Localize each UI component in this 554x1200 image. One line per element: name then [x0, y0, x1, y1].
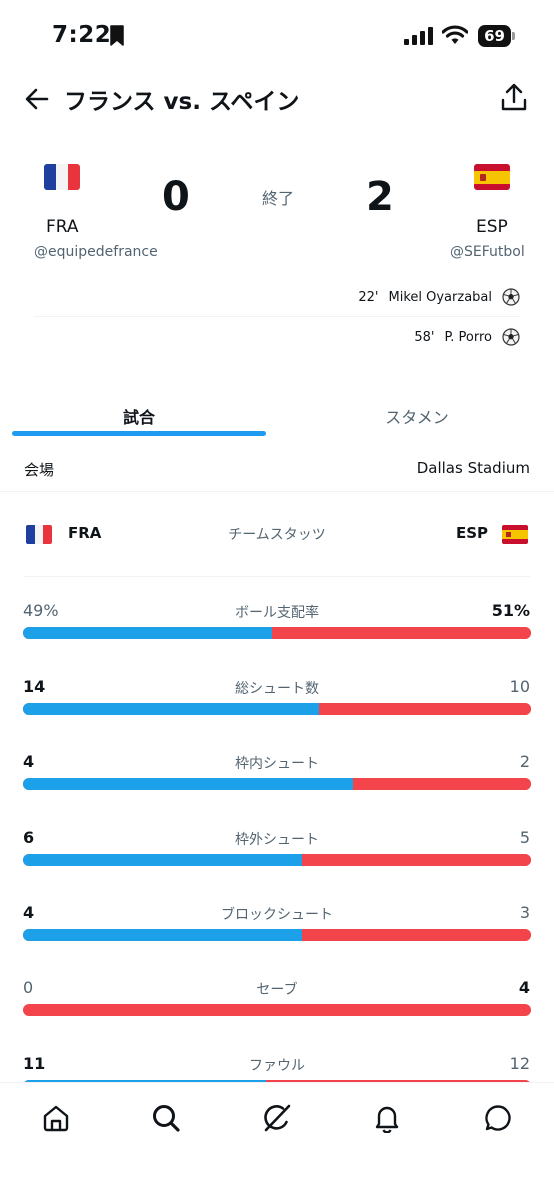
- stat-row-blocked-shots: 4 ブロックシュート 3: [0, 903, 554, 963]
- stat-bar-away: [302, 854, 531, 866]
- stat-label: 枠外シュート: [235, 832, 319, 848]
- stat-bar-away: [23, 1004, 531, 1016]
- stat-row-shots-off-target: 6 枠外シュート 5: [0, 828, 554, 888]
- home-team-handle[interactable]: @equipedefrance: [34, 244, 158, 260]
- tab-lineup[interactable]: スタメン: [290, 394, 544, 438]
- stat-bar: [23, 778, 531, 790]
- stat-bar-home: [23, 854, 303, 866]
- stat-bar: [23, 627, 531, 639]
- home-team-code[interactable]: FRA: [46, 217, 79, 237]
- away-team-handle[interactable]: @SEFutbol: [450, 244, 525, 260]
- back-arrow-icon[interactable]: [24, 86, 50, 112]
- stat-away-value: 4: [518, 978, 530, 997]
- page-title: フランス vs. スペイン: [64, 89, 300, 115]
- search-icon[interactable]: [151, 1103, 181, 1133]
- goal-event: 58' P. Porro: [412, 326, 520, 348]
- goal-scorer: Mikel Oyarzabal: [388, 289, 493, 305]
- status-time: 7:22: [52, 22, 112, 48]
- bookmark-icon: [110, 25, 124, 46]
- wifi-icon: [442, 25, 468, 44]
- status-bar: 7:22 69: [0, 0, 554, 70]
- stat-label: ファウル: [249, 1058, 305, 1074]
- stat-bar-home: [23, 703, 320, 715]
- tab-indicator: [12, 431, 266, 436]
- stat-away-value: 5: [519, 828, 530, 847]
- header: フランス vs. スペイン: [0, 70, 554, 126]
- home-icon[interactable]: [41, 1103, 71, 1133]
- stat-away-value: 2: [519, 752, 530, 771]
- stat-row-possession: 49% ボール支配率 51%: [0, 601, 554, 661]
- match-status: 終了: [262, 189, 295, 208]
- goal-divider: [34, 316, 520, 317]
- stat-bar-away: [319, 703, 531, 715]
- stat-label: 総シュート数: [235, 681, 319, 697]
- battery-level: 69: [478, 25, 511, 47]
- team-stats-divider: [24, 576, 530, 577]
- stat-bar-home: [23, 627, 272, 639]
- share-icon[interactable]: [500, 82, 528, 112]
- france-flag-icon: [44, 164, 80, 190]
- away-score: 2: [366, 174, 394, 220]
- home-score: 0: [162, 174, 190, 220]
- stat-away-value: 51%: [491, 601, 530, 620]
- stat-away-value: 12: [509, 1054, 530, 1073]
- stat-bar: [23, 854, 531, 866]
- goal-scorer: P. Porro: [444, 329, 492, 345]
- goal-event: 22' Mikel Oyarzabal: [357, 286, 521, 308]
- stat-bar: [23, 1004, 531, 1016]
- stat-label: ブロックシュート: [221, 907, 333, 923]
- stat-row-total-shots: 14 総シュート数 10: [0, 677, 554, 737]
- stats-away-code: ESP: [456, 524, 489, 542]
- stat-bar-home: [23, 778, 354, 790]
- stat-bar: [23, 703, 531, 715]
- goal-minute: 22': [358, 289, 379, 305]
- venue-divider: [0, 491, 554, 492]
- stat-row-saves: 0 セーブ 4: [0, 978, 554, 1038]
- spain-flag-icon: [502, 525, 528, 544]
- stat-bar-home: [23, 929, 303, 941]
- soccer-ball-icon: [502, 288, 520, 306]
- stat-label: 枠内シュート: [235, 756, 319, 772]
- messages-icon[interactable]: [483, 1103, 513, 1133]
- stat-bar-away: [271, 627, 531, 639]
- notifications-icon[interactable]: [372, 1103, 402, 1133]
- battery-icon: 69: [478, 25, 516, 47]
- stat-label: セーブ: [256, 982, 298, 998]
- stat-row-shots-on-target: 4 枠内シュート 2: [0, 752, 554, 812]
- stat-bar: [23, 929, 531, 941]
- signal-icon: [404, 27, 433, 45]
- stat-bar-away: [302, 929, 531, 941]
- stat-bar-away: [353, 778, 531, 790]
- venue-value: Dallas Stadium: [416, 459, 530, 477]
- stat-away-value: 3: [519, 903, 530, 922]
- soccer-ball-icon: [502, 328, 520, 346]
- bottom-nav: [0, 1082, 554, 1200]
- away-team-code[interactable]: ESP: [476, 217, 508, 237]
- goal-minute: 58': [414, 329, 435, 345]
- venue-label: 会場: [24, 461, 55, 479]
- grok-icon[interactable]: [262, 1103, 292, 1133]
- spain-flag-icon: [474, 164, 510, 190]
- stat-away-value: 10: [509, 677, 530, 696]
- stat-label: ボール支配率: [235, 605, 319, 621]
